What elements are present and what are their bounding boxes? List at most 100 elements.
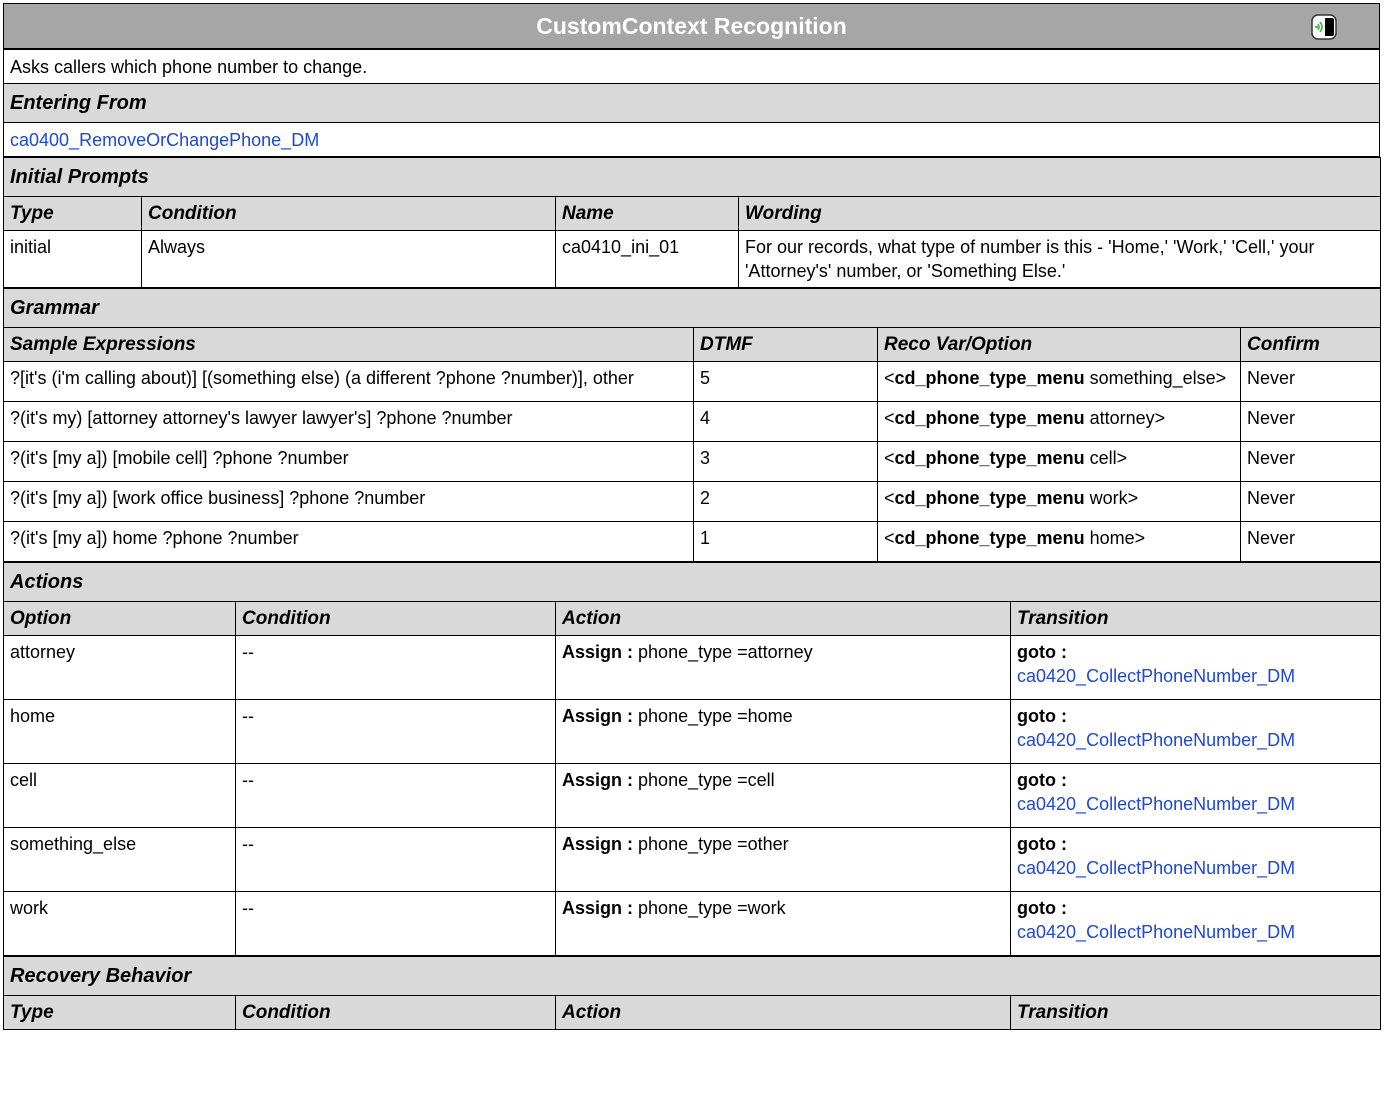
confirm-value: Never	[1240, 481, 1381, 522]
action-condition: --	[235, 827, 556, 892]
transition-link[interactable]: ca0420_CollectPhoneNumber_DM	[1017, 666, 1295, 686]
transition-cell: goto : ca0420_CollectPhoneNumber_DM	[1009, 763, 1382, 828]
column-header: Sample Expressions	[3, 327, 694, 362]
table-row: ?[it's (i'm calling about)] [(something …	[3, 361, 1381, 402]
column-header: Transition	[1009, 995, 1382, 1030]
reco-var-option: <cd_phone_type_menu attorney>	[877, 401, 1241, 442]
assign-label: Assign :	[562, 706, 634, 726]
table-row: attorney -- Assign : phone_type =attorne…	[3, 635, 1382, 700]
transition-link[interactable]: ca0420_CollectPhoneNumber_DM	[1017, 794, 1295, 814]
sample-expression: ?(it's [my a]) home ?phone ?number	[3, 521, 694, 562]
goto-label: goto :	[1017, 834, 1067, 854]
column-header: Type	[3, 995, 236, 1030]
action-condition: --	[235, 763, 556, 828]
column-header: Type	[3, 196, 142, 231]
goto-label: goto :	[1017, 642, 1067, 662]
column-header: Action	[555, 995, 1011, 1030]
action-value: phone_type =cell	[638, 770, 775, 790]
assign-label: Assign :	[562, 642, 634, 662]
action-cell: Assign : phone_type =other	[555, 827, 1011, 892]
spec-document: CustomContext Recognition Asks callers w…	[2, 3, 1382, 1030]
transition-link[interactable]: ca0420_CollectPhoneNumber_DM	[1017, 730, 1295, 750]
prompt-type: initial	[3, 230, 142, 288]
column-header: Action	[555, 601, 1011, 636]
table-row: ?(it's [my a]) [work office business] ?p…	[3, 481, 1381, 522]
confirm-value: Never	[1240, 401, 1381, 442]
column-header: Option	[3, 601, 236, 636]
transition-cell: goto : ca0420_CollectPhoneNumber_DM	[1009, 891, 1382, 956]
reco-option: cell>	[1089, 448, 1128, 468]
reco-var: cd_phone_type_menu	[894, 408, 1085, 428]
prompt-wording: For our records, what type of number is …	[737, 230, 1382, 288]
action-condition: --	[235, 891, 556, 956]
reco-var: cd_phone_type_menu	[894, 488, 1085, 508]
reco-var-option: <cd_phone_type_menu home>	[877, 521, 1241, 562]
dtmf-value: 2	[693, 481, 878, 522]
transition-link[interactable]: ca0420_CollectPhoneNumber_DM	[1017, 858, 1295, 878]
action-option: work	[3, 891, 236, 956]
goto-label: goto :	[1017, 770, 1067, 790]
confirm-value: Never	[1240, 521, 1381, 562]
sample-expression: ?[it's (i'm calling about)] [(something …	[3, 361, 694, 402]
table-row: cell -- Assign : phone_type =cell goto :…	[3, 763, 1382, 828]
column-header: Condition	[141, 196, 556, 231]
column-header: Reco Var/Option	[877, 327, 1241, 362]
page-title: CustomContext Recognition	[536, 12, 847, 39]
goto-label: goto :	[1017, 706, 1067, 726]
initial-prompts-table: Initial Prompts Type Condition Name Word…	[2, 157, 1382, 288]
action-option: cell	[3, 763, 236, 828]
dtmf-value: 5	[693, 361, 878, 402]
dtmf-value: 1	[693, 521, 878, 562]
action-cell: Assign : phone_type =home	[555, 699, 1011, 764]
grammar-table: Grammar Sample Expressions DTMF Reco Var…	[3, 288, 1381, 562]
goto-label: goto :	[1017, 898, 1067, 918]
column-header: Confirm	[1240, 327, 1381, 362]
entering-from-heading: Entering From	[3, 83, 1380, 123]
description-text: Asks callers which phone number to chang…	[3, 49, 1380, 84]
sample-expression: ?(it's [my a]) [work office business] ?p…	[3, 481, 694, 522]
assign-label: Assign :	[562, 770, 634, 790]
action-value: phone_type =work	[638, 898, 786, 918]
reco-var-option: <cd_phone_type_menu work>	[877, 481, 1241, 522]
reco-var: cd_phone_type_menu	[894, 368, 1085, 388]
sample-expression: ?(it's [my a]) [mobile cell] ?phone ?num…	[3, 441, 694, 482]
action-cell: Assign : phone_type =cell	[555, 763, 1011, 828]
reco-var: cd_phone_type_menu	[894, 528, 1085, 548]
table-row: ?(it's [my a]) [mobile cell] ?phone ?num…	[3, 441, 1381, 482]
reco-var-option: <cd_phone_type_menu cell>	[877, 441, 1241, 482]
confirm-value: Never	[1240, 361, 1381, 402]
table-row: something_else -- Assign : phone_type =o…	[3, 827, 1382, 892]
confirm-value: Never	[1240, 441, 1381, 482]
description-table: Asks callers which phone number to chang…	[3, 49, 1380, 157]
column-header: DTMF	[693, 327, 878, 362]
column-header: Condition	[235, 601, 556, 636]
action-cell: Assign : phone_type =work	[555, 891, 1011, 956]
column-header: Wording	[737, 196, 1382, 231]
table-row: ?(it's [my a]) home ?phone ?number 1 <cd…	[3, 521, 1381, 562]
action-cell: Assign : phone_type =attorney	[555, 635, 1011, 700]
assign-label: Assign :	[562, 834, 634, 854]
action-value: phone_type =attorney	[638, 642, 813, 662]
action-option: something_else	[3, 827, 236, 892]
prompt-condition: Always	[141, 230, 556, 288]
prompt-name: ca0410_ini_01	[555, 230, 739, 288]
column-header: Transition	[1009, 601, 1382, 636]
action-value: phone_type =other	[638, 834, 789, 854]
dtmf-value: 3	[693, 441, 878, 482]
action-option: home	[3, 699, 236, 764]
recovery-behavior-heading: Recovery Behavior	[2, 956, 1382, 996]
transition-cell: goto : ca0420_CollectPhoneNumber_DM	[1009, 699, 1382, 764]
speech-bubble-icon	[1311, 14, 1337, 40]
assign-label: Assign :	[562, 898, 634, 918]
table-row: ?(it's my) [attorney attorney's lawyer l…	[3, 401, 1381, 442]
reco-option: work>	[1089, 488, 1139, 508]
action-condition: --	[235, 635, 556, 700]
recovery-behavior-table: Recovery Behavior Type Condition Action …	[2, 956, 1382, 1030]
transition-link[interactable]: ca0420_CollectPhoneNumber_DM	[1017, 922, 1295, 942]
actions-table: Actions Option Condition Action Transiti…	[2, 562, 1382, 956]
dtmf-value: 4	[693, 401, 878, 442]
grammar-heading: Grammar	[3, 288, 1381, 328]
entering-from-link[interactable]: ca0400_RemoveOrChangePhone_DM	[10, 130, 319, 150]
transition-cell: goto : ca0420_CollectPhoneNumber_DM	[1009, 827, 1382, 892]
reco-option: attorney>	[1089, 408, 1166, 428]
